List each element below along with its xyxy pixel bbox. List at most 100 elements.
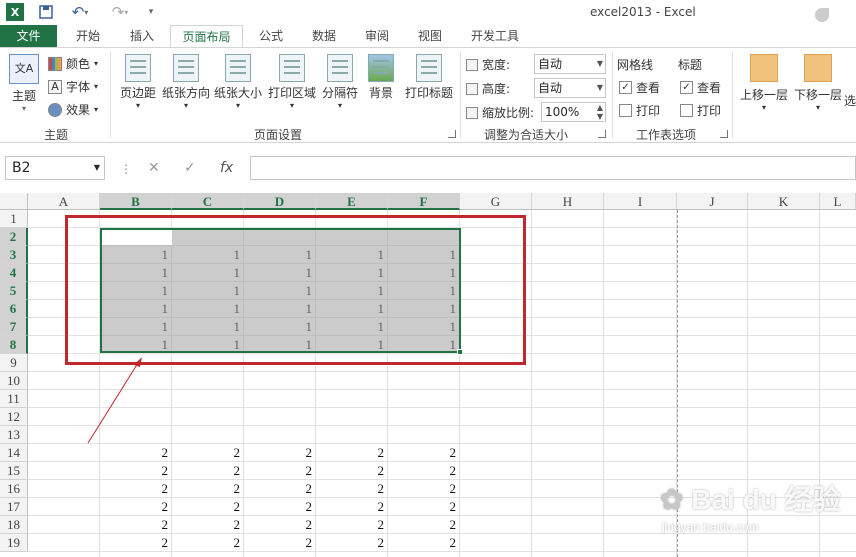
- row-header-5[interactable]: 5: [0, 282, 28, 300]
- column-header-e[interactable]: E: [316, 193, 388, 210]
- themes-button[interactable]: 文A 主题 ▾: [6, 54, 42, 113]
- cell-d17[interactable]: 2: [244, 498, 316, 516]
- gridlines-print-checkbox[interactable]: 打印: [619, 102, 660, 119]
- row-header-9[interactable]: 9: [0, 354, 28, 372]
- cell-c19[interactable]: 2: [172, 534, 244, 552]
- column-header-k[interactable]: K: [748, 193, 820, 210]
- colors-button[interactable]: 颜色 ▾: [48, 55, 98, 72]
- cell-e15[interactable]: 2: [316, 462, 388, 480]
- row-header-18[interactable]: 18: [0, 516, 28, 534]
- cancel-icon[interactable]: ✕: [148, 156, 160, 180]
- column-header-c[interactable]: C: [172, 193, 244, 210]
- cell-e17[interactable]: 2: [316, 498, 388, 516]
- background-button[interactable]: 背景: [364, 54, 398, 101]
- print-titles-button[interactable]: 打印标题: [402, 54, 456, 101]
- gridlines-view-checkbox[interactable]: ✓ 查看: [619, 79, 660, 96]
- cell-f16[interactable]: 2: [388, 480, 460, 498]
- print-area-button[interactable]: 打印区域 ▾: [266, 54, 318, 110]
- column-header-i[interactable]: I: [604, 193, 677, 210]
- select-all-corner[interactable]: [0, 193, 28, 210]
- row-header-11[interactable]: 11: [0, 390, 28, 408]
- cell-d16[interactable]: 2: [244, 480, 316, 498]
- customize-qat-icon[interactable]: ▾: [144, 3, 158, 21]
- tab-data[interactable]: 数据: [298, 25, 350, 48]
- row-header-10[interactable]: 10: [0, 372, 28, 390]
- row-header-2[interactable]: 2: [0, 228, 28, 246]
- scale-launcher-icon[interactable]: [598, 130, 606, 138]
- cell-d19[interactable]: 2: [244, 534, 316, 552]
- tab-page-layout[interactable]: 页面布局: [170, 25, 243, 49]
- column-header-g[interactable]: G: [460, 193, 532, 210]
- headings-view-checkbox[interactable]: ✓ 查看: [680, 79, 721, 96]
- cell-c16[interactable]: 2: [172, 480, 244, 498]
- row-header-12[interactable]: 12: [0, 408, 28, 426]
- cell-c18[interactable]: 2: [172, 516, 244, 534]
- row-header-7[interactable]: 7: [0, 318, 28, 336]
- cell-f19[interactable]: 2: [388, 534, 460, 552]
- tab-formulas[interactable]: 公式: [246, 25, 296, 48]
- column-header-l[interactable]: L: [820, 193, 856, 210]
- send-backward-button[interactable]: 下移一层 ▾: [792, 54, 844, 112]
- tab-home[interactable]: 开始: [62, 25, 114, 48]
- cell-e18[interactable]: 2: [316, 516, 388, 534]
- cell-e14[interactable]: 2: [316, 444, 388, 462]
- column-header-j[interactable]: J: [677, 193, 748, 210]
- row-header-17[interactable]: 17: [0, 498, 28, 516]
- size-button[interactable]: 纸张大小 ▾: [212, 54, 264, 110]
- column-header-b[interactable]: B: [100, 193, 172, 210]
- row-header-19[interactable]: 19: [0, 534, 28, 552]
- effects-button[interactable]: 效果 ▾: [48, 101, 98, 118]
- tab-insert[interactable]: 插入: [116, 25, 168, 48]
- row-header-8[interactable]: 8: [0, 336, 28, 354]
- name-box[interactable]: B2 ▼: [5, 156, 105, 180]
- cell-e16[interactable]: 2: [316, 480, 388, 498]
- cell-f17[interactable]: 2: [388, 498, 460, 516]
- enter-icon[interactable]: ✓: [184, 156, 196, 180]
- cell-c14[interactable]: 2: [172, 444, 244, 462]
- insert-function-icon[interactable]: fx: [220, 156, 233, 180]
- cell-b19[interactable]: 2: [100, 534, 172, 552]
- row-header-1[interactable]: 1: [0, 210, 28, 228]
- row-header-14[interactable]: 14: [0, 444, 28, 462]
- page-setup-launcher-icon[interactable]: [448, 130, 456, 138]
- save-icon[interactable]: [38, 3, 54, 21]
- cell-f15[interactable]: 2: [388, 462, 460, 480]
- cell-d15[interactable]: 2: [244, 462, 316, 480]
- column-header-a[interactable]: A: [28, 193, 100, 210]
- row-header-3[interactable]: 3: [0, 246, 28, 264]
- breaks-button[interactable]: 分隔符 ▾: [320, 54, 360, 110]
- cell-c17[interactable]: 2: [172, 498, 244, 516]
- formula-input[interactable]: [250, 156, 856, 180]
- cell-f14[interactable]: 2: [388, 444, 460, 462]
- cell-d14[interactable]: 2: [244, 444, 316, 462]
- tab-view[interactable]: 视图: [404, 25, 456, 48]
- cell-b17[interactable]: 2: [100, 498, 172, 516]
- headings-print-checkbox[interactable]: 打印: [680, 102, 721, 119]
- row-header-6[interactable]: 6: [0, 300, 28, 318]
- orientation-button[interactable]: 纸张方向 ▾: [160, 54, 212, 110]
- scale-spinner[interactable]: 100% ▲ ▼: [541, 102, 606, 122]
- undo-icon[interactable]: ↶ ▾: [66, 3, 94, 21]
- cell-b15[interactable]: 2: [100, 462, 172, 480]
- margins-button[interactable]: 页边距 ▾: [116, 54, 160, 110]
- bring-forward-button[interactable]: 上移一层 ▾: [738, 54, 790, 112]
- cell-f18[interactable]: 2: [388, 516, 460, 534]
- redo-icon[interactable]: ↷ ▾: [106, 3, 134, 21]
- row-header-15[interactable]: 15: [0, 462, 28, 480]
- column-header-f[interactable]: F: [388, 193, 460, 210]
- row-header-13[interactable]: 13: [0, 426, 28, 444]
- height-select[interactable]: 自动 ▼: [534, 78, 606, 98]
- row-header-16[interactable]: 16: [0, 480, 28, 498]
- tab-file[interactable]: 文件: [0, 25, 57, 48]
- tab-developer[interactable]: 开发工具: [460, 25, 530, 48]
- row-header-4[interactable]: 4: [0, 264, 28, 282]
- selection-pane-button[interactable]: 选: [844, 92, 856, 109]
- cell-b16[interactable]: 2: [100, 480, 172, 498]
- fonts-button[interactable]: A 字体 ▾: [48, 78, 98, 95]
- column-header-d[interactable]: D: [244, 193, 316, 210]
- cell-c15[interactable]: 2: [172, 462, 244, 480]
- cell-b18[interactable]: 2: [100, 516, 172, 534]
- cell-e19[interactable]: 2: [316, 534, 388, 552]
- width-select[interactable]: 自动 ▼: [534, 54, 606, 74]
- column-header-h[interactable]: H: [532, 193, 604, 210]
